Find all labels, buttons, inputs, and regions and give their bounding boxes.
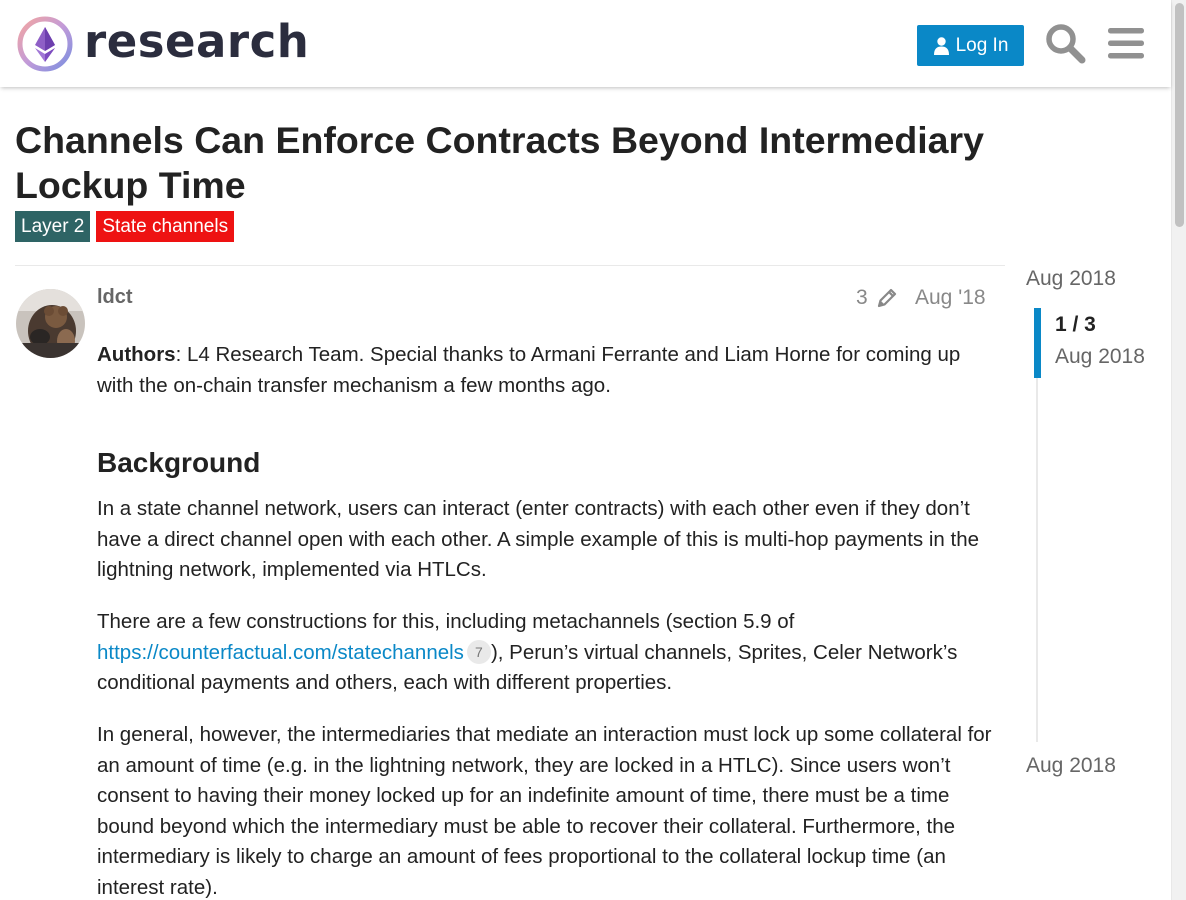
user-icon (933, 36, 949, 55)
tag-state-channels[interactable]: State channels (96, 211, 235, 242)
site-header: research Log In (0, 0, 1171, 87)
post-username[interactable]: ldct (97, 286, 133, 309)
post-edit-history[interactable]: 3 (856, 286, 898, 310)
authors-paragraph: Authors: L4 Research Team. Special thank… (97, 340, 997, 401)
post-date[interactable]: Aug '18 (915, 286, 986, 310)
edit-count: 3 (856, 286, 868, 309)
tag-layer-2[interactable]: Layer 2 (15, 211, 91, 242)
pencil-icon (877, 288, 896, 308)
timeline-end-date[interactable]: Aug 2018 (1026, 754, 1116, 778)
post-paragraph: There are a few constructions for this, … (97, 607, 997, 699)
timeline-position: 1 / 3 (1055, 313, 1096, 336)
avatar[interactable] (16, 289, 85, 358)
research-logo-icon[interactable] (16, 15, 74, 73)
scrollbar-thumb[interactable] (1175, 3, 1184, 227)
background-heading: Background (97, 447, 261, 478)
log-in-label: Log In (955, 34, 1009, 56)
timeline-start-date[interactable]: Aug 2018 (1026, 267, 1116, 291)
topic-title[interactable]: Channels Can Enforce Contracts Beyond In… (15, 118, 1025, 208)
page-scrollbar[interactable] (1171, 0, 1186, 900)
timeline-handle[interactable] (1034, 308, 1041, 378)
counterfactual-link[interactable]: https://counterfactual.com/statechannels (97, 641, 464, 664)
authors-label: Authors (97, 343, 176, 366)
authors-text: : L4 Research Team. Special thanks to Ar… (97, 343, 961, 397)
post-paragraph: In a state channel network, users can in… (97, 497, 980, 581)
paragraph-text: There are a few constructions for this, … (97, 610, 795, 633)
timeline-position-date: Aug 2018 (1055, 345, 1145, 368)
topic-divider (15, 265, 1005, 266)
search-icon[interactable] (1044, 22, 1086, 64)
log-in-button[interactable]: Log In (917, 25, 1024, 66)
hamburger-menu-icon[interactable] (1105, 22, 1147, 64)
site-title[interactable]: research (84, 14, 309, 70)
post-paragraph: In general, however, the intermediaries … (97, 723, 992, 899)
topic-tags: Layer 2 State channels (15, 211, 235, 242)
link-click-count: 7 (466, 639, 491, 664)
